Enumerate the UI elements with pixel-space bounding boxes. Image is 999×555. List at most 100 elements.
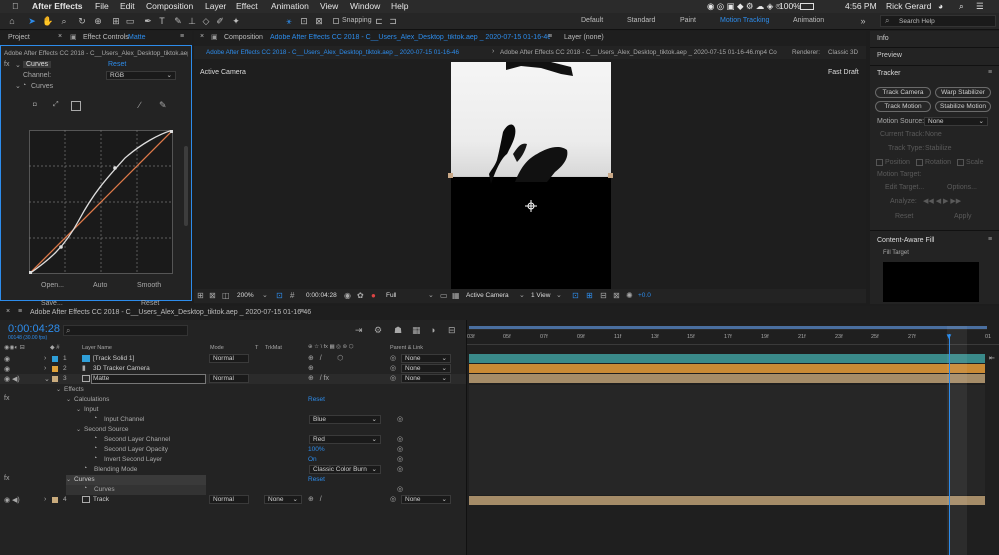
fx-icon[interactable]: fx xyxy=(4,61,9,68)
time-graph[interactable]: 03f 05f 07f 09f 11f 13f 15f 17f 19f 21f … xyxy=(467,320,999,555)
parent-select[interactable]: None ⌄ xyxy=(401,495,451,504)
second-layer-channel-select[interactable]: Red ⌄ xyxy=(309,435,381,444)
property-row[interactable]: ⌄ Effects xyxy=(0,385,466,395)
hand-tool-icon[interactable]: ✋ xyxy=(42,15,54,27)
puppet-tool-icon[interactable]: ✦ xyxy=(230,15,242,27)
property-row[interactable]: fx ⌄ Curves Reset xyxy=(0,475,466,485)
menu-layer[interactable]: Layer xyxy=(205,1,226,11)
property-row[interactable]: fx ⌄ Calculations Reset xyxy=(0,395,466,405)
effect-reset-link[interactable]: Reset xyxy=(108,61,126,68)
info-panel-header[interactable]: Info xyxy=(877,35,889,42)
mode-select[interactable]: Normal xyxy=(209,495,249,504)
fit-icon[interactable]: ⊡ xyxy=(276,291,283,300)
camera-tool-icon[interactable]: ⊕ xyxy=(92,15,104,27)
menu-composition[interactable]: Composition xyxy=(146,1,193,11)
timeline-search-input[interactable]: ⌕ xyxy=(63,325,188,336)
close-icon[interactable]: × xyxy=(6,308,10,315)
zoom-tool-icon[interactable]: ⌕ xyxy=(58,15,70,27)
label-color-swatch[interactable] xyxy=(52,376,58,382)
time-ruler[interactable]: 03f 05f 07f 09f 11f 13f 15f 17f 19f 21f … xyxy=(467,334,999,344)
comp-mini-flowchart-icon[interactable]: ⇥ xyxy=(355,325,363,336)
type-tool-icon[interactable]: T xyxy=(156,15,168,27)
label-color-swatch[interactable] xyxy=(52,497,58,503)
chevron-down-icon[interactable]: ⌄ xyxy=(76,406,81,413)
col-t[interactable]: T xyxy=(255,345,258,351)
layer-name[interactable]: Matte xyxy=(93,375,109,382)
view-layout-select[interactable]: 1 View xyxy=(531,292,550,299)
fx-icon[interactable]: fx xyxy=(4,475,9,482)
chevron-down-icon[interactable]: ⌄ xyxy=(428,291,434,299)
stopwatch-icon[interactable]: ◔ xyxy=(93,435,97,442)
col-layer-name[interactable]: Layer Name xyxy=(82,345,112,351)
layer-bar-track-solid[interactable] xyxy=(469,354,985,363)
property-row[interactable]: ⌄ Second Source xyxy=(0,425,466,435)
close-icon[interactable]: × xyxy=(200,33,204,40)
menu-file[interactable]: File xyxy=(95,1,109,11)
always-preview-icon[interactable]: ⊞ xyxy=(197,291,204,300)
stopwatch-icon[interactable]: ◔ xyxy=(93,415,97,422)
mode-select[interactable]: Normal xyxy=(209,354,249,363)
snap-option-icon[interactable]: ⊏ xyxy=(373,15,385,27)
layer-bar-track[interactable] xyxy=(469,496,985,505)
property-row[interactable]: ◔ Blending Mode Classic Color Burn ⌄ ◎ xyxy=(0,465,466,475)
parent-select[interactable]: None ⌄ xyxy=(401,374,451,383)
user-avatar-icon[interactable]: ◕ xyxy=(938,1,943,11)
graph-editor-icon[interactable]: ⊟ xyxy=(448,325,456,336)
clock[interactable]: 4:56 PM xyxy=(845,1,877,11)
chevron-down-icon[interactable]: ⌄ xyxy=(15,82,21,90)
composition-frame[interactable] xyxy=(451,62,611,289)
pickwhip-icon[interactable]: ◎ xyxy=(390,374,396,382)
lock-icon[interactable]: ▣ xyxy=(70,33,77,41)
preview-panel-header[interactable]: Preview xyxy=(877,52,902,59)
bezier-curve-icon[interactable]: ∕ xyxy=(139,100,141,110)
composition-tab-label[interactable]: Composition xyxy=(224,34,263,41)
grid-icon[interactable]: # xyxy=(290,291,294,300)
current-time-indicator[interactable] xyxy=(949,334,950,555)
menu-view[interactable]: View xyxy=(320,1,338,11)
chevron-down-icon[interactable]: ⌄ xyxy=(262,291,268,299)
trkmat-select[interactable]: None ⌄ xyxy=(264,495,302,504)
chevron-down-icon[interactable]: ⌄ xyxy=(556,291,562,299)
property-row[interactable]: ⌄ Input xyxy=(0,405,466,415)
local-axis-icon[interactable]: ⚹ xyxy=(283,15,295,27)
app-menu[interactable]: After Effects xyxy=(32,1,83,11)
timeline-tab-name[interactable]: Adobe After Effects CC 2018 - C__Users_A… xyxy=(30,309,311,316)
workspace-standard[interactable]: Standard xyxy=(627,17,655,24)
layer-handle[interactable] xyxy=(608,173,613,178)
switches-icon[interactable]: ⊕ xyxy=(308,364,314,372)
property-row[interactable]: ◔ Invert Second Layer On ◎ xyxy=(0,455,466,465)
parent-select[interactable]: None ⌄ xyxy=(401,364,451,373)
timeline-icon[interactable]: ⊟ xyxy=(600,291,607,300)
layer-bar-matte[interactable] xyxy=(469,374,985,383)
property-row[interactable]: ◔ Curves ◎ xyxy=(0,485,466,495)
stabilize-motion-button[interactable]: Stabilize Motion xyxy=(935,101,991,112)
fast-preview-icon[interactable]: ⊞ xyxy=(586,291,593,300)
property-row[interactable]: ◔ Input Channel Blue ⌄ ◎ xyxy=(0,415,466,425)
camera-view-select[interactable]: Active Camera xyxy=(466,292,509,299)
pen-tool-icon[interactable]: ✒ xyxy=(142,15,154,27)
footer-timecode[interactable]: 0:00:04:28 xyxy=(306,292,337,299)
property-row[interactable]: ◔ Second Layer Channel Red ⌄ ◎ xyxy=(0,435,466,445)
panel-menu-icon[interactable]: ≡ xyxy=(988,236,992,243)
eye-icon[interactable]: ◉ xyxy=(4,365,10,373)
layer-name[interactable]: 3D Tracker Camera xyxy=(93,365,150,372)
shy-layers-icon[interactable]: ☗ xyxy=(394,325,402,336)
spotlight-icon[interactable]: ⌕ xyxy=(959,1,964,12)
input-channel-select[interactable]: Blue ⌄ xyxy=(309,415,381,424)
panel-menu-icon[interactable]: ≡ xyxy=(180,33,184,40)
expression-icon[interactable]: ◎ xyxy=(397,485,403,493)
layer-row-3[interactable]: ◉ ◀) ⌄ 3 Matte Normal ⊕ / fx ◎ None ⌄ xyxy=(0,374,466,384)
property-row[interactable]: ◔ Second Layer Opacity 100% ◎ xyxy=(0,445,466,455)
channel-rgb-icon[interactable]: ◘ xyxy=(33,102,37,108)
chevron-down-icon[interactable]: ⌄ xyxy=(519,291,525,299)
track-motion-button[interactable]: Track Motion xyxy=(875,101,931,112)
workspace-more-icon[interactable]: » xyxy=(857,15,869,27)
close-icon[interactable]: × xyxy=(58,33,62,40)
expression-icon[interactable]: ◎ xyxy=(397,445,403,453)
channel-icon[interactable]: ● xyxy=(371,291,376,300)
col-parent-link[interactable]: Parent & Link xyxy=(390,345,423,351)
notification-icon[interactable]: ☰ xyxy=(976,1,984,12)
expression-icon[interactable]: ◎ xyxy=(397,455,403,463)
menu-window[interactable]: Window xyxy=(350,1,380,11)
pickwhip-icon[interactable]: ◎ xyxy=(390,364,396,372)
